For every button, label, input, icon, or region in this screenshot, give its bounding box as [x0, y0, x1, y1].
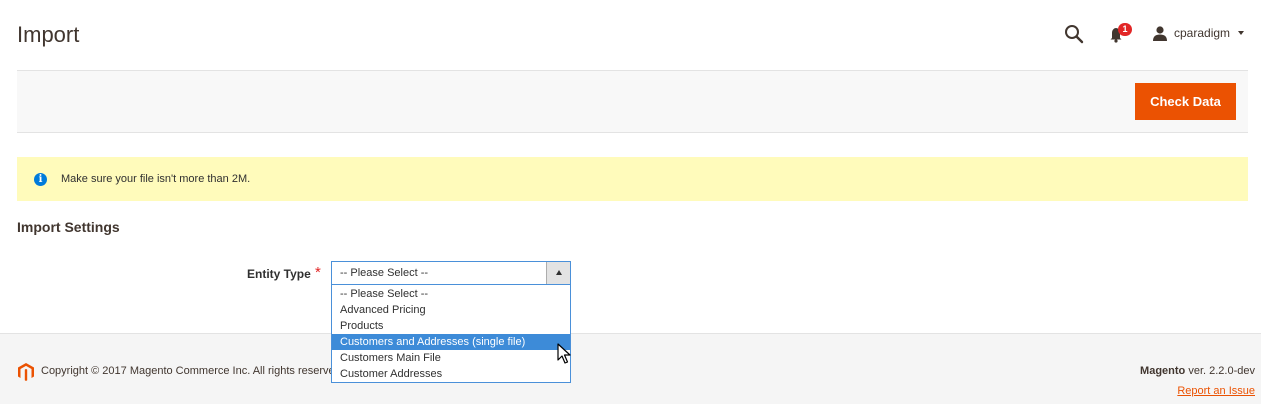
chevron-up-icon[interactable]: [546, 262, 570, 284]
username: cparadigm: [1174, 26, 1231, 40]
option-products[interactable]: Products: [332, 318, 570, 334]
page-actions-bar: [17, 70, 1248, 133]
chevron-down-icon: [1238, 31, 1245, 35]
file-size-notice: i Make sure your file isn't more than 2M…: [17, 157, 1248, 201]
option-advanced-pricing[interactable]: Advanced Pricing: [332, 302, 570, 318]
magento-logo-icon: [18, 363, 34, 381]
option-customers-main-file[interactable]: Customers Main File: [332, 350, 570, 366]
entity-type-dropdown: -- Please Select -- Advanced Pricing Pro…: [331, 285, 571, 383]
notice-text: Make sure your file isn't more than 2M.: [61, 173, 251, 185]
page-title: Import: [17, 22, 80, 47]
brand-name: Magento: [1140, 365, 1186, 377]
entity-type-select[interactable]: -- Please Select --: [331, 261, 571, 285]
search-icon[interactable]: [1064, 24, 1084, 44]
user-menu[interactable]: cparadigm: [1152, 24, 1245, 42]
option-customer-addresses[interactable]: Customer Addresses: [332, 366, 570, 382]
check-data-button[interactable]: Check Data: [1135, 83, 1236, 120]
user-icon: [1153, 26, 1167, 41]
option-please-select[interactable]: -- Please Select --: [332, 286, 570, 302]
required-marker: *: [315, 264, 321, 281]
entity-type-label: Entity Type: [247, 267, 311, 281]
entity-type-value: -- Please Select --: [340, 267, 429, 279]
version-text: ver. 2.2.0-dev: [1188, 365, 1255, 377]
notification-badge[interactable]: 1: [1118, 23, 1132, 36]
report-issue-link[interactable]: Report an Issue: [1177, 385, 1255, 397]
mouse-cursor-icon: [557, 343, 571, 364]
version-info: Magento ver. 2.2.0-dev: [1140, 365, 1255, 377]
info-icon: i: [34, 172, 47, 186]
option-customers-and-addresses[interactable]: Customers and Addresses (single file): [332, 334, 570, 350]
import-settings-title: Import Settings: [17, 219, 120, 235]
copyright-text: Copyright © 2017 Magento Commerce Inc. A…: [41, 365, 331, 377]
